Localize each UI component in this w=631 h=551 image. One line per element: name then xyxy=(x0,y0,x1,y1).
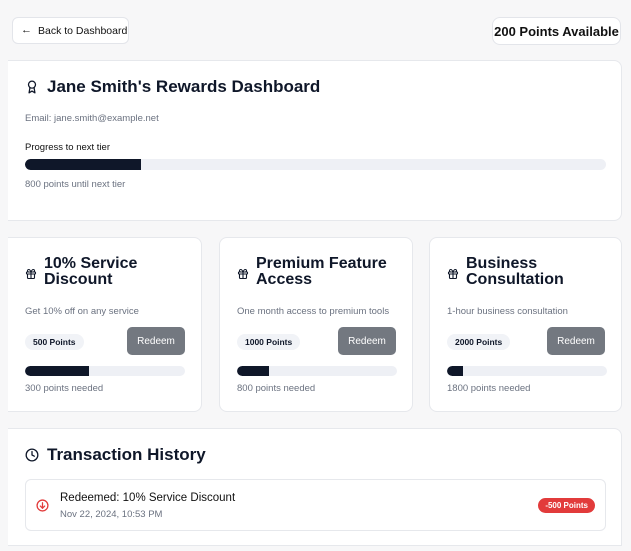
reward-progress-bar xyxy=(25,366,185,376)
reward-progress-bar xyxy=(447,366,607,376)
redeem-button[interactable]: Redeem xyxy=(338,327,396,355)
gift-icon xyxy=(25,268,37,280)
transaction-row: Redeemed: 10% Service Discount Nov 22, 2… xyxy=(25,479,606,531)
reward-description: 1-hour business consultation xyxy=(447,306,568,317)
transaction-amount-badge: -500 Points xyxy=(538,498,595,513)
reward-title-text: 10% Service Discount xyxy=(44,255,138,288)
reward-card: 10% Service Discount Get 10% off on any … xyxy=(8,237,202,412)
reward-description: One month access to premium tools xyxy=(237,306,390,317)
tier-progress-bar xyxy=(25,159,606,170)
transaction-date: Nov 22, 2024, 10:53 PM xyxy=(60,509,163,520)
reward-title-text: Premium Feature Access xyxy=(256,255,387,288)
arrow-down-circle-icon xyxy=(36,499,49,512)
progress-label: Progress to next tier xyxy=(25,142,111,153)
reward-title: Business Consultation xyxy=(447,256,617,288)
back-to-dashboard-button[interactable]: ← Back to Dashboard xyxy=(12,17,129,44)
reward-title: 10% Service Discount xyxy=(25,256,195,288)
points-needed: 300 points needed xyxy=(25,383,104,394)
gift-icon xyxy=(447,268,459,280)
transaction-name: Redeemed: 10% Service Discount xyxy=(60,492,236,504)
redeem-button[interactable]: Redeem xyxy=(547,327,605,355)
transaction-history-card: Transaction History Redeemed: 10% Servic… xyxy=(8,428,622,546)
reward-card: Business Consultation 1-hour business co… xyxy=(429,237,622,412)
reward-cost-badge: 1000 Points xyxy=(237,334,301,350)
reward-progress-fill xyxy=(237,366,269,376)
profile-card: Jane Smith's Rewards Dashboard Email: ja… xyxy=(8,60,622,221)
reward-cost-badge: 500 Points xyxy=(25,334,84,350)
reward-card: Premium Feature Access One month access … xyxy=(219,237,413,412)
reward-title: Premium Feature Access xyxy=(237,256,407,288)
points-needed: 800 points needed xyxy=(237,383,316,394)
award-icon xyxy=(27,80,37,94)
reward-description: Get 10% off on any service xyxy=(25,306,139,317)
gift-icon xyxy=(237,268,249,280)
points-until-next-tier: 800 points until next tier xyxy=(25,179,126,190)
points-available-badge: 200 Points Available xyxy=(492,17,621,45)
reward-progress-fill xyxy=(25,366,89,376)
arrow-left-icon: ← xyxy=(21,24,32,36)
history-title-text: Transaction History xyxy=(47,445,206,464)
reward-title-text: Business Consultation xyxy=(466,255,564,288)
reward-progress-bar xyxy=(237,366,397,376)
redeem-button[interactable]: Redeem xyxy=(127,327,185,355)
back-button-label: Back to Dashboard xyxy=(38,24,128,37)
profile-email: Email: jane.smith@example.net xyxy=(25,113,159,124)
reward-progress-fill xyxy=(447,366,463,376)
profile-title: Jane Smith's Rewards Dashboard xyxy=(25,77,320,97)
tier-progress-fill xyxy=(25,159,142,170)
profile-title-text: Jane Smith's Rewards Dashboard xyxy=(47,77,321,96)
reward-cost-badge: 2000 Points xyxy=(447,334,511,350)
history-title: Transaction History xyxy=(25,445,206,465)
clock-icon xyxy=(25,448,39,462)
points-needed: 1800 points needed xyxy=(447,383,531,394)
